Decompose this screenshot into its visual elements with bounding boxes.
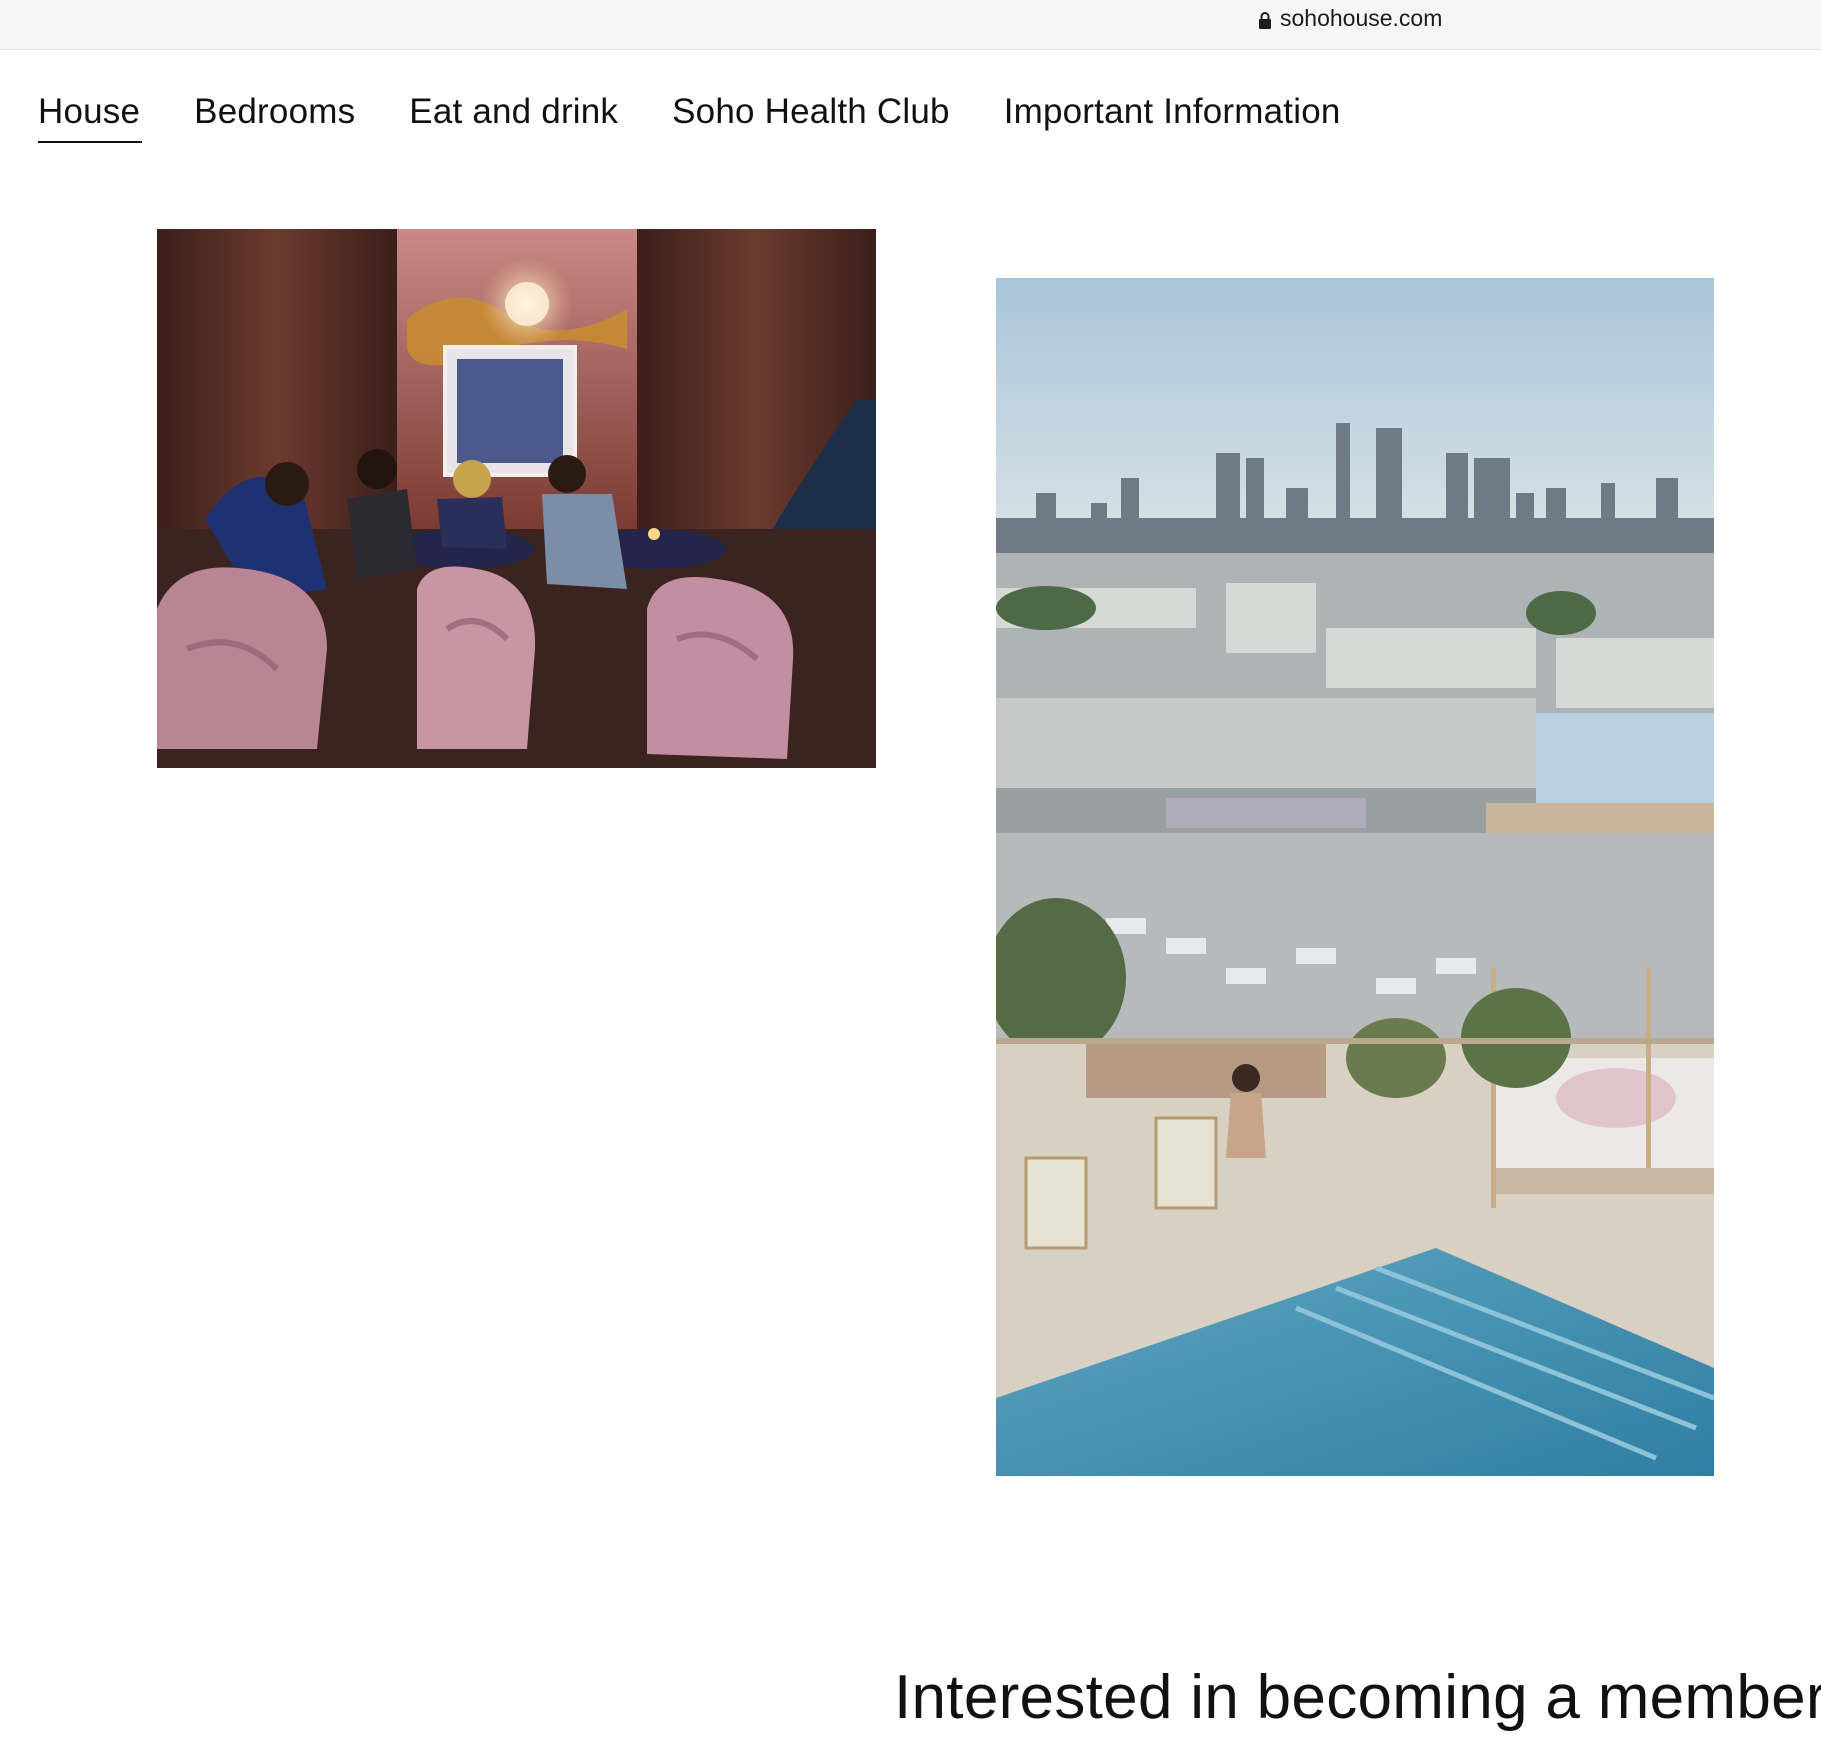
browser-url-bar: sohohouse.com [0, 0, 1821, 50]
address-field[interactable]: sohohouse.com [1258, 4, 1442, 32]
rooftop-pool-photo [996, 278, 1714, 1476]
tab-eat-and-drink[interactable]: Eat and drink [409, 92, 618, 136]
tab-soho-health-club[interactable]: Soho Health Club [672, 92, 950, 136]
tab-bedrooms[interactable]: Bedrooms [194, 92, 355, 136]
lock-icon [1258, 9, 1272, 29]
lounge-photo [157, 229, 876, 768]
membership-cta-heading: Interested in becoming a member? [894, 1663, 1821, 1732]
tab-house[interactable]: House [38, 92, 143, 143]
url-text: sohohouse.com [1280, 4, 1443, 31]
tab-important-information[interactable]: Important Information [1004, 92, 1341, 136]
house-nav: House Bedrooms Eat and drink Soho Health… [38, 92, 1395, 143]
